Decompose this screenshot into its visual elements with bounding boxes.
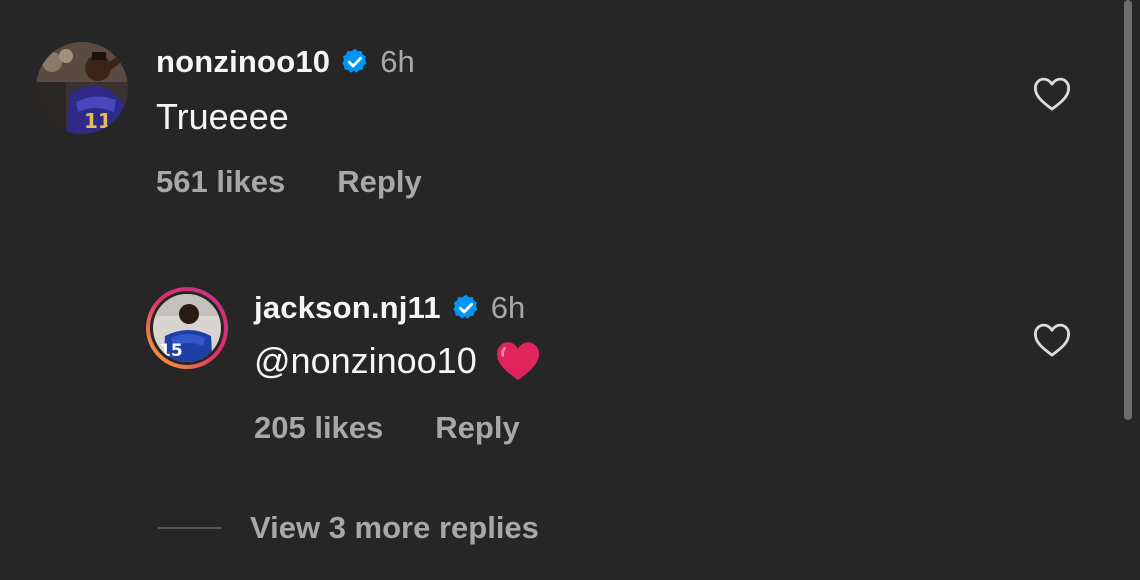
- reply-button[interactable]: Reply: [435, 410, 519, 446]
- reply-button[interactable]: Reply: [337, 164, 421, 200]
- likes-count[interactable]: 205 likes: [254, 410, 383, 446]
- comment-text: @nonzinoo10: [254, 340, 541, 382]
- divider-line: [158, 527, 222, 529]
- username-link[interactable]: nonzinoo10: [156, 44, 330, 80]
- verified-badge-icon: [451, 293, 481, 323]
- view-more-replies-label: View 3 more replies: [250, 510, 539, 545]
- comment-item: 11 nonzinoo10 6h Trueeee 561 likes Reply: [0, 0, 1140, 240]
- mention-link[interactable]: @nonzinoo10: [254, 340, 477, 382]
- red-heart-emoji-icon: [495, 340, 541, 382]
- scrollbar[interactable]: [1124, 0, 1132, 420]
- heart-outline-icon[interactable]: [1033, 322, 1071, 358]
- username-link[interactable]: jackson.nj11: [254, 290, 441, 326]
- svg-text:11: 11: [84, 109, 112, 133]
- user-avatar-photo-icon: 15: [153, 294, 221, 362]
- avatar[interactable]: 11: [36, 42, 128, 134]
- reply-item: 15 jackson.nj11 6h @nonzinoo10 205 likes…: [0, 260, 1140, 480]
- comment-header: nonzinoo10 6h: [156, 44, 415, 80]
- comment-text: Trueeee: [156, 96, 289, 138]
- comment-body: Trueeee: [156, 96, 289, 137]
- story-ring-icon: 15: [146, 287, 228, 369]
- avatar-story-ring[interactable]: 15: [145, 286, 229, 370]
- heart-outline-icon[interactable]: [1033, 76, 1071, 112]
- timestamp: 6h: [380, 44, 415, 79]
- comment-header: jackson.nj11 6h: [254, 290, 525, 326]
- verified-badge-icon: [340, 47, 370, 77]
- likes-count[interactable]: 561 likes: [156, 164, 285, 200]
- comment-actions: 561 likes Reply: [156, 164, 422, 200]
- comment-actions: 205 likes Reply: [254, 410, 520, 446]
- timestamp: 6h: [490, 290, 526, 325]
- view-more-replies-button[interactable]: View 3 more replies: [158, 510, 539, 546]
- user-avatar-photo-icon: 11: [36, 42, 128, 134]
